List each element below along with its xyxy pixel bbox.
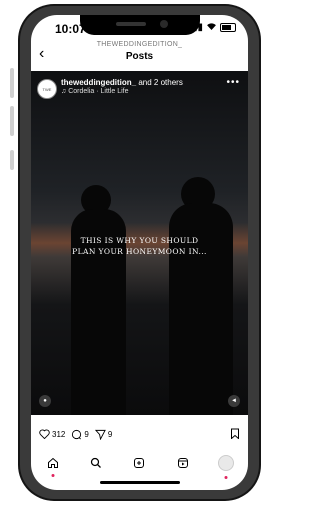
plus-square-icon[interactable] — [129, 457, 149, 472]
comment-icon[interactable] — [71, 429, 82, 440]
phone-frame: 10:07 ▮▮ ‹ THEWEDDINGEDITION_ Posts TWE … — [18, 4, 261, 501]
wifi-icon — [207, 22, 216, 33]
mute-icon[interactable]: ◄ — [228, 395, 240, 407]
heart-icon[interactable] — [39, 429, 50, 439]
home-icon[interactable] — [43, 457, 63, 477]
post-caption: THIS IS WHY YOU SHOULD PLAN YOUR HONEYMO… — [31, 235, 248, 257]
caption-line1: THIS IS WHY YOU SHOULD — [80, 236, 199, 245]
post-actions: 312 9 9 — [39, 425, 240, 443]
author-name[interactable]: theweddingedition_ — [61, 78, 136, 87]
bookmark-icon[interactable] — [230, 428, 240, 441]
speaker — [115, 22, 146, 26]
comment-action[interactable]: 9 — [71, 429, 89, 440]
tag-people-icon[interactable]: ● — [39, 395, 51, 407]
music-note-icon: ♫ — [61, 88, 67, 95]
notch — [79, 15, 200, 35]
home-indicator[interactable] — [99, 481, 180, 484]
post-media[interactable]: TWE theweddingedition_ and 2 others ♫ Co… — [31, 71, 248, 415]
page-title: Posts — [125, 51, 154, 62]
battery-icon — [220, 23, 236, 32]
search-icon[interactable] — [86, 457, 106, 472]
header-username: THEWEDDINGEDITION_ — [96, 41, 183, 48]
comment-count: 9 — [84, 429, 89, 439]
like-action[interactable]: 312 — [39, 429, 65, 439]
header: ‹ THEWEDDINGEDITION_ Posts — [31, 39, 248, 69]
caption-line2: PLAN YOUR HONEYMOON IN... — [72, 247, 207, 256]
profile-notification-dot — [224, 475, 228, 479]
coauthors[interactable]: and 2 others — [138, 78, 182, 87]
avatar[interactable]: TWE — [37, 79, 57, 99]
bottom-nav — [31, 453, 248, 479]
like-count: 312 — [52, 429, 66, 439]
post-header: TWE theweddingedition_ and 2 others ♫ Co… — [37, 77, 242, 105]
volume-up-button — [10, 68, 14, 98]
mute-switch — [10, 150, 14, 170]
profile-tab[interactable] — [216, 454, 236, 479]
notification-dot — [51, 473, 55, 477]
post-author[interactable]: theweddingedition_ and 2 others — [61, 78, 183, 87]
share-count: 9 — [107, 429, 113, 439]
send-icon[interactable] — [94, 429, 106, 440]
more-options-icon[interactable]: ••• — [226, 77, 240, 88]
reels-icon[interactable] — [173, 457, 193, 472]
screen: 10:07 ▮▮ ‹ THEWEDDINGEDITION_ Posts TWE … — [31, 15, 248, 490]
share-action[interactable]: 9 — [94, 429, 113, 440]
volume-down-button — [10, 106, 14, 136]
profile-avatar[interactable] — [218, 454, 235, 471]
audio-track[interactable]: Cordelia · Little Life — [68, 88, 128, 95]
audio-label[interactable]: ♫ Cordelia · Little Life — [61, 88, 129, 95]
camera — [159, 20, 168, 28]
